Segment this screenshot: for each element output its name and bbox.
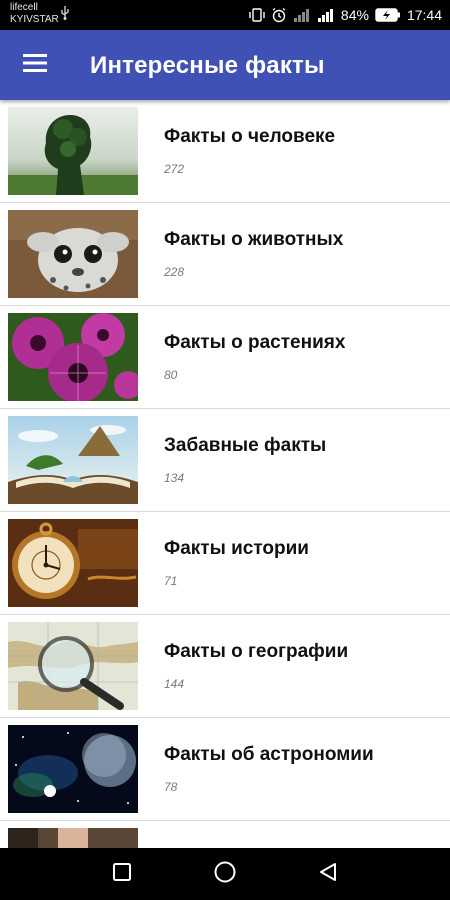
category-title: Факты об астрономии [164, 744, 374, 765]
page-title: Интересные факты [90, 52, 325, 79]
partial-thumbnail-image [8, 828, 138, 848]
snow-leopard-cub-image [8, 210, 138, 298]
category-title: Факты о географии [164, 641, 349, 662]
category-item-partial[interactable] [0, 821, 450, 848]
carrier-info: lifecell KYIVSTAR [10, 2, 59, 26]
home-button[interactable] [205, 854, 245, 894]
back-triangle-icon [317, 861, 339, 888]
status-bar: lifecell KYIVSTAR 84% 17:44 [0, 0, 450, 30]
battery-percent: 84% [340, 7, 369, 23]
category-list: Факты о человеке 272 Факты о животных 22… [0, 100, 450, 848]
system-nav-bar [0, 848, 450, 900]
category-title: Факты о растениях [164, 332, 346, 353]
signal-icon-2 [317, 8, 335, 22]
hamburger-menu-icon [23, 53, 47, 77]
battery-charging-icon [375, 8, 401, 22]
clock: 17:44 [406, 7, 442, 23]
antique-pocket-watch-image [8, 519, 138, 607]
magnifier-over-map-image [8, 622, 138, 710]
category-item-history[interactable]: Факты истории 71 [0, 512, 450, 615]
signal-icon [293, 8, 311, 22]
recents-square-icon [112, 862, 132, 887]
category-count: 272 [164, 162, 185, 176]
category-count: 71 [164, 574, 178, 588]
home-circle-icon [213, 860, 237, 889]
human-silhouette-tree-image [8, 107, 138, 195]
category-item-astronomy[interactable]: Факты об астрономии 78 [0, 718, 450, 821]
category-item-funny[interactable]: Забавные факты 134 [0, 409, 450, 512]
category-count: 78 [164, 780, 178, 794]
app-bar: Интересные факты [0, 30, 450, 100]
purple-petunia-flowers-image [8, 313, 138, 401]
alarm-icon [271, 7, 287, 23]
fantasy-open-book-landscape-image [8, 416, 138, 504]
category-title: Факты истории [164, 538, 309, 559]
back-button[interactable] [308, 854, 348, 894]
category-item-plants[interactable]: Факты о растениях 80 [0, 306, 450, 409]
carrier-1: lifecell [10, 2, 38, 13]
carrier-2: KYIVSTAR [10, 14, 59, 25]
recents-button[interactable] [102, 854, 142, 894]
category-count: 80 [164, 368, 178, 382]
category-item-geography[interactable]: Факты о географии 144 [0, 615, 450, 718]
category-title: Забавные факты [164, 435, 327, 456]
category-title: Факты о человеке [164, 126, 336, 147]
category-count: 228 [164, 265, 185, 279]
category-title: Факты о животных [164, 229, 344, 250]
category-count: 144 [164, 677, 185, 691]
planets-in-space-image [8, 725, 138, 813]
category-count: 134 [164, 471, 185, 485]
menu-button[interactable] [15, 50, 55, 80]
category-item-animals[interactable]: Факты о животных 228 [0, 203, 450, 306]
vibrate-icon [249, 8, 265, 22]
usb-icon [60, 6, 70, 25]
category-item-human[interactable]: Факты о человеке 272 [0, 100, 450, 203]
